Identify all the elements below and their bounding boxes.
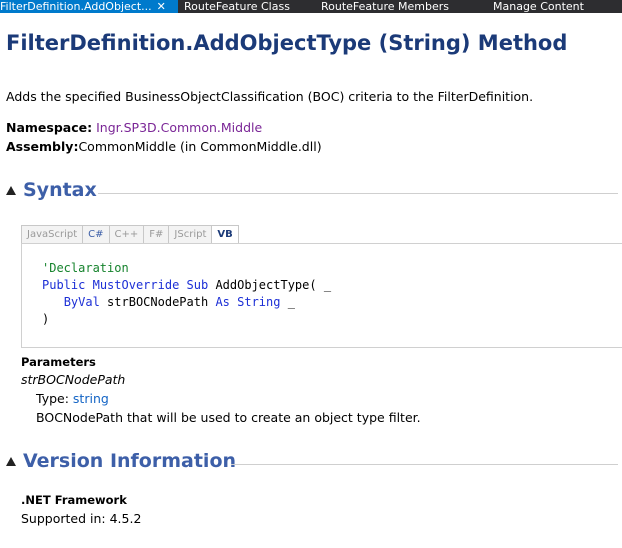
parameter-type-link[interactable]: string — [73, 391, 109, 406]
tab-label: RouteFeature Class — [184, 0, 290, 13]
code-continuation: _ — [287, 295, 295, 309]
method-summary: Adds the specified BusinessObjectClassif… — [6, 89, 534, 104]
parameter-name: strBOCNodePath — [21, 372, 126, 387]
code-line-2: Public MustOverride Sub AddObjectType( _ — [42, 278, 331, 292]
version-section-header[interactable]: Version Information — [6, 450, 618, 476]
code-snippet-box: 'Declaration Public MustOverride Sub Add… — [21, 243, 622, 348]
namespace-line: Namespace: Ingr.SP3D.Common.Middle — [6, 120, 262, 135]
code-keyword: As — [215, 295, 230, 309]
assembly-label: Assembly: — [6, 139, 79, 154]
syntax-heading: Syntax — [23, 179, 97, 201]
page-title: FilterDefinition.AddObjectType (String) … — [6, 31, 568, 55]
code-close-paren: ) — [42, 312, 50, 326]
namespace-link[interactable]: Ingr.SP3D.Common.Middle — [96, 120, 262, 135]
close-icon[interactable]: ✕ — [157, 0, 166, 13]
framework-heading: .NET Framework — [21, 493, 127, 507]
lang-tab-fsharp[interactable]: F# — [144, 226, 170, 244]
tab-routefeature-class[interactable]: RouteFeature Class — [184, 0, 314, 13]
code-param: strBOCNodePath — [107, 295, 209, 309]
lang-tab-cpp[interactable]: C++ — [110, 226, 145, 244]
code-keyword: Sub — [186, 278, 209, 292]
code-line-4: ) — [42, 312, 49, 326]
tab-routefeature-members[interactable]: RouteFeature Members — [321, 0, 481, 13]
parameter-type-line: Type: string — [36, 391, 109, 406]
code-keyword: ByVal — [63, 295, 100, 309]
code-keyword: Public — [42, 278, 86, 292]
code-method-signature: AddObjectType( _ — [215, 278, 332, 292]
parameters-heading: Parameters — [21, 355, 96, 369]
code-keyword: String — [237, 295, 281, 309]
version-heading: Version Information — [23, 450, 237, 472]
syntax-section-header[interactable]: Syntax — [6, 179, 618, 205]
tab-filterdefinition-addobjecttype[interactable]: FilterDefinition.AddObject... ✕ — [0, 0, 178, 13]
collapse-triangle-icon[interactable] — [6, 186, 16, 195]
tab-label: RouteFeature Members — [321, 0, 449, 13]
lang-tab-javascript[interactable]: JavaScript — [22, 226, 84, 244]
assembly-line: Assembly:CommonMiddle (in CommonMiddle.d… — [6, 139, 322, 154]
tab-label: Manage Content — [493, 0, 584, 13]
tab-manage-content[interactable]: Manage Content — [493, 0, 622, 13]
collapse-triangle-icon[interactable] — [6, 457, 16, 466]
framework-supported: Supported in: 4.5.2 — [21, 511, 142, 526]
tab-label: FilterDefinition.AddObject... — [0, 0, 152, 13]
lang-tab-vb[interactable]: VB — [212, 226, 238, 244]
section-divider — [231, 464, 618, 465]
lang-tab-csharp[interactable]: C# — [83, 226, 110, 244]
namespace-label: Namespace: — [6, 120, 93, 135]
document-tab-bar: FilterDefinition.AddObject... ✕ RouteFeat… — [0, 0, 622, 13]
parameter-type-label: Type: — [36, 391, 69, 406]
parameter-description: BOCNodePath that will be used to create … — [36, 410, 421, 425]
assembly-value: CommonMiddle (in CommonMiddle.dll) — [78, 139, 322, 154]
section-divider — [98, 193, 618, 194]
code-line-3: ByVal strBOCNodePath As String _ — [42, 295, 295, 309]
code-line-1: 'Declaration — [42, 261, 129, 275]
lang-tab-jscript[interactable]: JScript — [169, 226, 213, 244]
code-keyword: MustOverride — [92, 278, 180, 292]
code-comment: 'Declaration — [42, 261, 129, 275]
language-tabs: JavaScript C# C++ F# JScript VB — [21, 225, 239, 244]
